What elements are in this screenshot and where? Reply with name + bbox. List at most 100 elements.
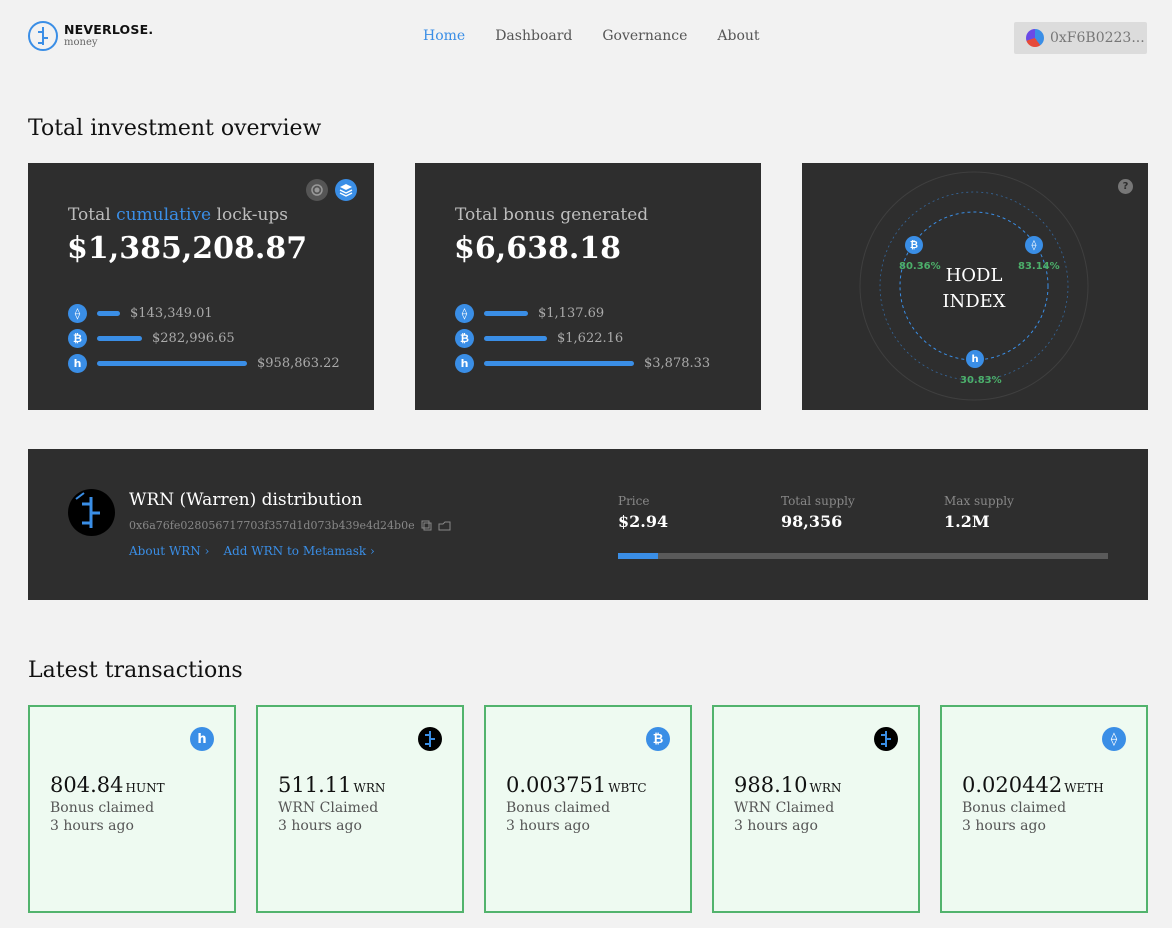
transaction-amount: 804.84 HUNT bbox=[50, 773, 165, 797]
wallet-address: 0xF6B0223... bbox=[1050, 30, 1145, 46]
top-header: NEVERLOSE. money Home Dashboard Governan… bbox=[0, 0, 1172, 76]
hodl-label-line2: INDEX bbox=[942, 291, 1006, 312]
transaction-card[interactable]: ₿ 0.003751 WBTC Bonus claimed 3 hours ago bbox=[484, 705, 692, 913]
add-metamask-label: Add WRN to Metamask bbox=[223, 544, 367, 558]
btc-icon: ₿ bbox=[455, 329, 474, 348]
hunt-icon: h bbox=[190, 727, 214, 751]
transaction-amount: 0.003751 WBTC bbox=[506, 773, 647, 797]
transaction-card[interactable]: h 804.84 HUNT Bonus claimed 3 hours ago bbox=[28, 705, 236, 913]
wrn-icon bbox=[874, 727, 898, 751]
btc-icon: ₿ bbox=[646, 727, 670, 751]
bonus-value: $1,137.69 bbox=[538, 306, 605, 321]
eth-icon: ⟠ bbox=[68, 304, 87, 323]
view-toggle-layers-icon[interactable] bbox=[335, 179, 357, 201]
view-toggle-single-icon[interactable] bbox=[306, 179, 328, 201]
lockups-row: h $958,863.22 bbox=[68, 351, 340, 376]
nav-about[interactable]: About bbox=[717, 28, 759, 44]
external-link-icon[interactable] bbox=[438, 520, 451, 531]
nav-governance[interactable]: Governance bbox=[602, 28, 687, 44]
lockups-breakdown: ⟠ $143,349.01 ₿ $282,996.65 h $958,863.22 bbox=[68, 301, 340, 376]
brand-subtitle: money bbox=[64, 36, 98, 48]
add-wrn-metamask-link[interactable]: Add WRN to Metamask › bbox=[223, 544, 374, 558]
total-supply-label: Total supply bbox=[781, 494, 855, 508]
btc-icon: ₿ bbox=[68, 329, 87, 348]
hunt-icon: h bbox=[455, 354, 474, 373]
transaction-amount-value: 804.84 bbox=[50, 773, 124, 797]
wrn-links: About WRN › Add WRN to Metamask › bbox=[129, 544, 375, 558]
transaction-time: 3 hours ago bbox=[506, 818, 590, 834]
supply-progress-bar bbox=[618, 553, 1108, 559]
transaction-amount-value: 511.11 bbox=[278, 773, 352, 797]
transaction-unit: WETH bbox=[1064, 781, 1104, 795]
nav-home[interactable]: Home bbox=[423, 28, 465, 44]
bonus-bar bbox=[484, 336, 547, 341]
bonus-card: Total bonus generated $6,638.18 ⟠ $1,137.… bbox=[415, 163, 761, 410]
transaction-card[interactable]: ⟠ 0.020442 WETH Bonus claimed 3 hours ago bbox=[940, 705, 1148, 913]
lockups-row: ⟠ $143,349.01 bbox=[68, 301, 340, 326]
eth-icon: ⟠ bbox=[1102, 727, 1126, 751]
transaction-amount: 988.10 WRN bbox=[734, 773, 841, 797]
eth-icon: ⟠ bbox=[455, 304, 474, 323]
bonus-breakdown: ⟠ $1,137.69 ₿ $1,622.16 h $3,878.33 bbox=[455, 301, 710, 376]
price-value: $2.94 bbox=[618, 512, 669, 531]
transaction-amount-value: 0.020442 bbox=[962, 773, 1063, 797]
btc-icon: ₿ bbox=[905, 236, 923, 254]
wrn-icon bbox=[418, 727, 442, 751]
bonus-title: Total bonus generated bbox=[455, 205, 649, 225]
bonus-bar bbox=[484, 361, 634, 366]
transaction-description: Bonus claimed bbox=[962, 800, 1067, 816]
price-label: Price bbox=[618, 494, 650, 508]
transaction-amount-value: 988.10 bbox=[734, 773, 808, 797]
hunt-icon: h bbox=[966, 350, 984, 368]
overview-title: Total investment overview bbox=[28, 116, 322, 141]
hodl-hunt-percent: 30.83% bbox=[960, 375, 1002, 386]
lockups-row: ₿ $282,996.65 bbox=[68, 326, 340, 351]
bonus-row: ⟠ $1,137.69 bbox=[455, 301, 710, 326]
lockups-title: Total cumulative lock-ups bbox=[68, 205, 288, 225]
supply-progress-fill bbox=[618, 553, 659, 559]
transaction-card[interactable]: 511.11 WRN WRN Claimed 3 hours ago bbox=[256, 705, 464, 913]
copy-icon[interactable] bbox=[421, 520, 432, 531]
brand-name: NEVERLOSE. bbox=[64, 22, 154, 38]
wallet-avatar-icon bbox=[1026, 29, 1044, 47]
lockups-title-post: lock-ups bbox=[216, 205, 289, 225]
transaction-description: WRN Claimed bbox=[734, 800, 835, 816]
lockups-value: $282,996.65 bbox=[152, 331, 235, 346]
hunt-icon: h bbox=[68, 354, 87, 373]
transaction-time: 3 hours ago bbox=[278, 818, 362, 834]
lockups-bar bbox=[97, 361, 247, 366]
transaction-amount: 0.020442 WETH bbox=[962, 773, 1104, 797]
wallet-button[interactable]: 0xF6B0223... bbox=[1014, 22, 1147, 54]
transaction-unit: WRN bbox=[809, 781, 842, 795]
transaction-time: 3 hours ago bbox=[734, 818, 818, 834]
bonus-row: ₿ $1,622.16 bbox=[455, 326, 710, 351]
hodl-btc-percent: 80.36% bbox=[899, 261, 941, 272]
chevron-right-icon: › bbox=[370, 544, 375, 558]
bonus-value: $3,878.33 bbox=[644, 356, 711, 371]
wrn-logo-icon bbox=[68, 489, 115, 536]
transaction-description: Bonus claimed bbox=[506, 800, 611, 816]
main-nav: Home Dashboard Governance About bbox=[423, 28, 760, 44]
total-supply-stat: Total supply 98,356 bbox=[781, 494, 855, 531]
wrn-address-text[interactable]: 0x6a76fe028056717703f357d1d073b439e4d24b… bbox=[129, 519, 415, 532]
max-supply-value: 1.2M bbox=[944, 512, 990, 531]
hodl-index-card: ? HODL INDEX ₿ 80.36% ⟠ 83.14% h 30.83% bbox=[802, 163, 1148, 410]
bonus-bar bbox=[484, 311, 528, 316]
wrn-distribution-card: WRN (Warren) distribution 0x6a76fe028056… bbox=[28, 449, 1148, 600]
transaction-description: Bonus claimed bbox=[50, 800, 155, 816]
transaction-unit: WBTC bbox=[608, 781, 647, 795]
transaction-card[interactable]: 988.10 WRN WRN Claimed 3 hours ago bbox=[712, 705, 920, 913]
about-wrn-link[interactable]: About WRN › bbox=[129, 544, 209, 558]
lockups-card: Total cumulative lock-ups $1,385,208.87 … bbox=[28, 163, 374, 410]
bonus-total: $6,638.18 bbox=[454, 231, 622, 266]
transaction-unit: HUNT bbox=[125, 781, 165, 795]
lockups-value: $143,349.01 bbox=[130, 306, 213, 321]
brand-logo[interactable]: NEVERLOSE. money bbox=[28, 21, 153, 51]
transaction-time: 3 hours ago bbox=[50, 818, 134, 834]
max-supply-label: Max supply bbox=[944, 494, 1014, 508]
nav-dashboard[interactable]: Dashboard bbox=[495, 28, 572, 44]
wrn-title: WRN (Warren) distribution bbox=[129, 490, 363, 510]
lockups-total: $1,385,208.87 bbox=[67, 231, 308, 266]
max-supply-stat: Max supply 1.2M bbox=[944, 494, 1014, 531]
lockups-title-pre: Total bbox=[68, 205, 111, 225]
